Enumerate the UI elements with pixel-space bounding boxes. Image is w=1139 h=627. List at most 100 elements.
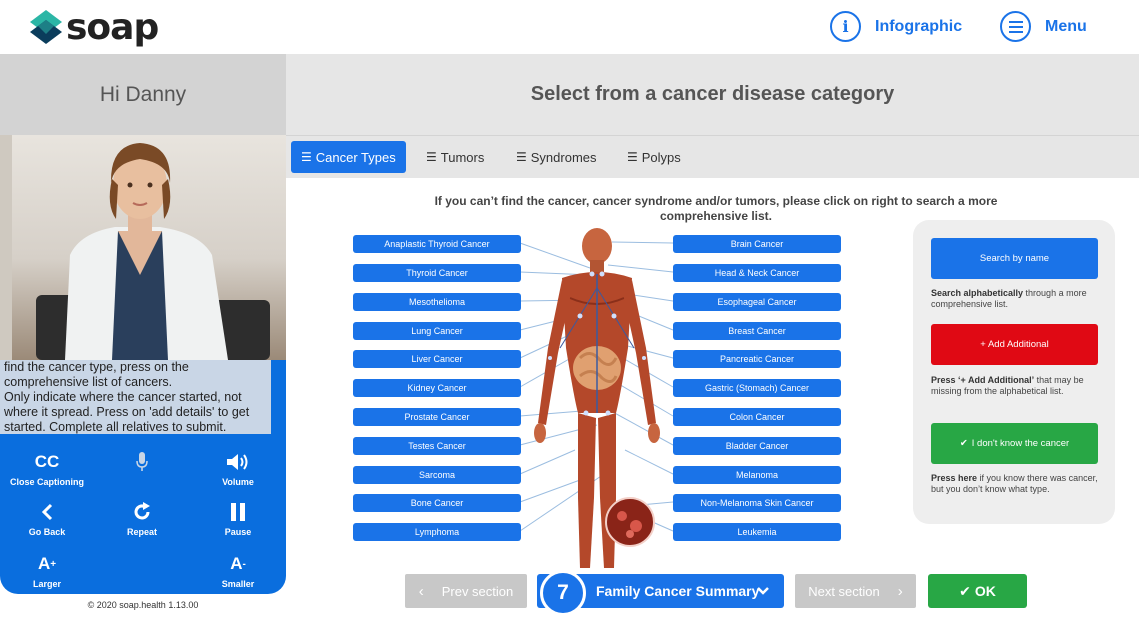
cancer-button-mesothelioma[interactable]: Mesothelioma — [353, 293, 521, 311]
menu-button[interactable]: Menu — [1000, 11, 1087, 42]
add-additional-description: Press ‘+ Add Additional’ that may be mis… — [931, 375, 1101, 397]
volume-button[interactable]: Volume — [193, 450, 283, 487]
check-icon: ✔ — [959, 582, 971, 599]
chevron-down-icon — [756, 583, 770, 599]
next-section-button[interactable]: Next section › — [795, 574, 916, 608]
menu-label: Menu — [1045, 17, 1087, 35]
search-description-bold: Search alphabetically — [931, 288, 1024, 298]
cancer-button-lung[interactable]: Lung Cancer — [353, 322, 521, 340]
media-controls: CC Close Captioning Volume Go Back Repea… — [0, 436, 286, 594]
cancer-button-sarcoma[interactable]: Sarcoma — [353, 466, 521, 484]
transcript-line: where it spread. Press on 'add details' … — [4, 405, 250, 419]
ok-button[interactable]: ✔ OK — [928, 574, 1027, 608]
dont-know-label: I don't know the cancer — [971, 438, 1070, 449]
close-captioning-label: Close Captioning — [10, 477, 84, 487]
tab-label: Polyps — [641, 149, 681, 165]
copyright: © 2020 soap.health 1.13.00 — [87, 600, 199, 610]
close-captioning-button[interactable]: CC Close Captioning — [2, 450, 92, 487]
add-additional-button[interactable]: + Add Additional — [931, 324, 1098, 365]
cancer-button-leukemia[interactable]: Leukemia — [673, 523, 841, 541]
prev-section-label: Prev section — [441, 583, 514, 599]
pause-label: Pause — [224, 527, 252, 537]
go-back-label: Go Back — [28, 527, 66, 537]
volume-label: Volume — [222, 477, 254, 487]
cancer-button-prostate[interactable]: Prostate Cancer — [353, 408, 521, 426]
cancer-button-brain[interactable]: Brain Cancer — [673, 235, 841, 253]
add-description-bold: Press ‘+ Add Additional’ — [931, 375, 1035, 385]
repeat-label: Repeat — [126, 527, 157, 537]
transcript-line: find the cancer type, press on the — [4, 360, 189, 374]
chevron-left-icon: ‹ — [418, 582, 424, 600]
ok-label: OK — [974, 583, 996, 599]
text-smaller-icon: A- — [230, 554, 246, 573]
cancer-button-melanoma[interactable]: Melanoma — [673, 466, 841, 484]
cancer-button-testes[interactable]: Testes Cancer — [353, 437, 521, 455]
tab-polyps[interactable]: ☰ Polyps — [617, 141, 691, 173]
tab-syndromes[interactable]: ☰ Syndromes — [506, 141, 607, 173]
cancer-button-lymphoma[interactable]: Lymphoma — [353, 523, 521, 541]
smaller-text-button[interactable]: A- Smaller — [193, 552, 283, 589]
cancer-button-breast[interactable]: Breast Cancer — [673, 322, 841, 340]
tab-label: Tumors — [440, 149, 485, 165]
cancer-button-colon[interactable]: Colon Cancer — [673, 408, 841, 426]
category-tabs: ☰ Cancer Types ☰ Tumors ☰ Syndromes ☰ Po… — [286, 135, 1139, 178]
tab-label: Cancer Types — [315, 149, 396, 165]
larger-label: Larger — [32, 579, 61, 589]
logo-text: soap — [66, 6, 159, 48]
human-body-anatomy-image — [534, 228, 660, 568]
cancer-button-non-melanoma-skin[interactable]: Non-Melanoma Skin Cancer — [673, 494, 841, 512]
cancer-button-bladder[interactable]: Bladder Cancer — [673, 437, 841, 455]
dont-know-description: Press here if you know there was cancer,… — [931, 473, 1101, 495]
app-page: soap i Infographic Menu Hi Danny find th… — [0, 0, 1139, 627]
cancer-button-head-neck[interactable]: Head & Neck Cancer — [673, 264, 841, 282]
cancer-button-bone[interactable]: Bone Cancer — [353, 494, 521, 512]
go-back-button[interactable]: Go Back — [2, 500, 92, 537]
cancer-button-gastric[interactable]: Gastric (Stomach) Cancer — [673, 379, 841, 397]
dont-know-cancer-button[interactable]: ✔ I don't know the cancer — [931, 423, 1098, 464]
check-icon: ✔ — [959, 438, 968, 449]
greeting: Hi Danny — [0, 54, 286, 135]
pause-icon — [193, 500, 283, 524]
search-by-name-button[interactable]: Search by name — [931, 238, 1098, 279]
transcript-line: comprehensive list of cancers. — [4, 375, 173, 389]
cancer-button-thyroid[interactable]: Thyroid Cancer — [353, 264, 521, 282]
repeat-button[interactable]: Repeat — [97, 500, 187, 537]
avatar-illustration — [0, 135, 270, 360]
volume-icon — [193, 450, 283, 474]
smaller-label: Smaller — [221, 579, 255, 589]
cancer-button-kidney[interactable]: Kidney Cancer — [353, 379, 521, 397]
transcript-panel: find the cancer type, press on the compr… — [0, 360, 286, 436]
hamburger-icon — [1000, 11, 1031, 42]
microphone-button[interactable] — [97, 450, 187, 474]
repeat-icon — [97, 500, 187, 524]
search-description: Search alphabetically through a more com… — [931, 288, 1101, 310]
chevron-right-icon: › — [897, 582, 903, 600]
info-icon: i — [830, 11, 861, 42]
page-title: Select from a cancer disease category — [286, 54, 1139, 135]
cc-icon: CC — [34, 452, 60, 471]
chevron-left-icon — [2, 500, 92, 524]
larger-text-button[interactable]: A + Larger — [2, 552, 92, 589]
text-larger-icon: A + — [37, 554, 57, 573]
microphone-icon — [97, 450, 187, 474]
cancer-button-liver[interactable]: Liver Cancer — [353, 350, 521, 368]
transcript-line: Only indicate where the cancer started, … — [4, 390, 242, 404]
summary-label: Family Cancer Summary — [596, 583, 760, 599]
list-icon: ☰ — [301, 150, 312, 164]
logo[interactable]: soap — [30, 6, 159, 48]
transcript-text[interactable]: find the cancer type, press on the compr… — [0, 360, 271, 434]
search-options-card: Search by name Search alphabetically thr… — [913, 220, 1115, 524]
logo-icon — [30, 10, 62, 44]
cancer-button-pancreatic[interactable]: Pancreatic Cancer — [673, 350, 841, 368]
next-section-label: Next section — [808, 583, 880, 599]
prev-section-button[interactable]: ‹ Prev section — [405, 574, 527, 608]
infographic-button[interactable]: i Infographic — [830, 11, 962, 42]
tab-tumors[interactable]: ☰ Tumors — [416, 141, 494, 173]
unknown-description-bold: Press here — [931, 473, 978, 483]
cancer-button-esophageal[interactable]: Esophageal Cancer — [673, 293, 841, 311]
header: soap i Infographic Menu — [0, 0, 1139, 54]
tab-cancer-types[interactable]: ☰ Cancer Types — [291, 141, 406, 173]
list-icon: ☰ — [627, 150, 638, 164]
pause-button[interactable]: Pause — [193, 500, 283, 537]
cancer-button-anaplastic-thyroid[interactable]: Anaplastic Thyroid Cancer — [353, 235, 521, 253]
